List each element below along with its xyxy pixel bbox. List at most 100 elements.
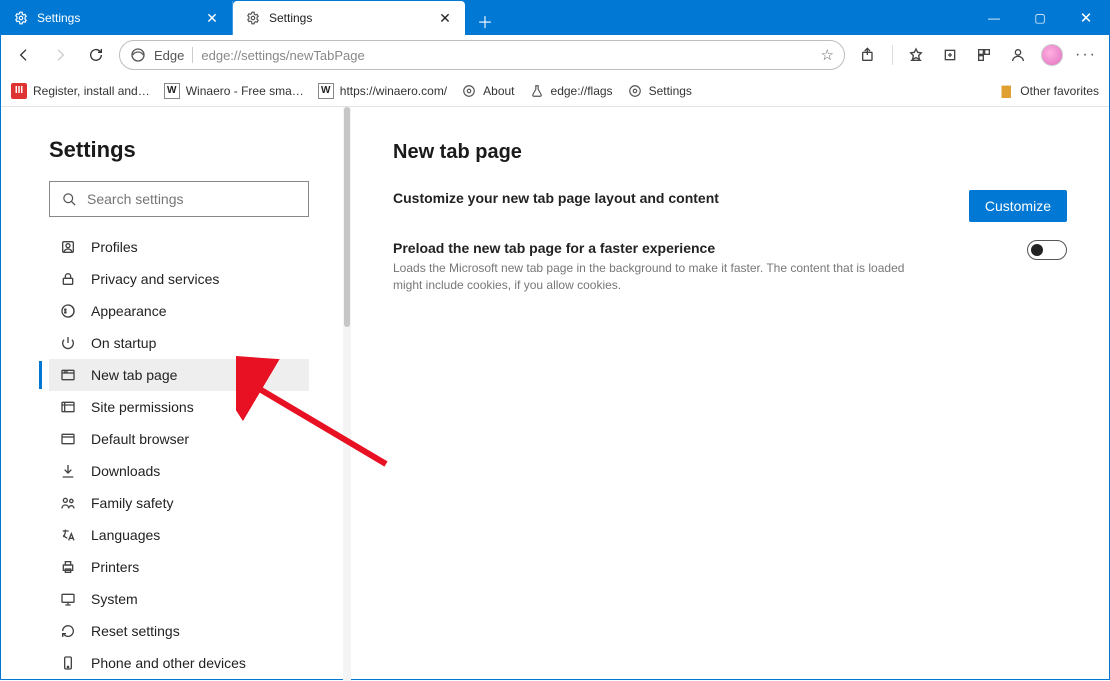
toggle-knob bbox=[1031, 244, 1043, 256]
more-menu-icon[interactable]: ··· bbox=[1069, 39, 1103, 71]
sidebar-item-downloads[interactable]: Downloads bbox=[49, 455, 309, 487]
sidebar-item-label: Languages bbox=[91, 527, 160, 543]
preload-toggle[interactable] bbox=[1027, 240, 1067, 260]
address-prefix: Edge bbox=[154, 48, 184, 63]
family-icon bbox=[59, 494, 77, 512]
address-input[interactable] bbox=[201, 48, 812, 63]
titlebar: Settings ✕ Settings ✕ ＋ — ▢ ✕ bbox=[1, 1, 1109, 35]
sidebar-item-profiles[interactable]: Profiles bbox=[49, 231, 309, 263]
sidebar-item-label: Phone and other devices bbox=[91, 655, 246, 671]
bookmark-label: Register, install and… bbox=[33, 84, 150, 98]
flask-icon bbox=[529, 83, 545, 99]
collections-icon[interactable] bbox=[933, 39, 967, 71]
bookmark-item[interactable]: III Register, install and… bbox=[11, 83, 150, 99]
sidebar-item-label: Site permissions bbox=[91, 399, 194, 415]
gear-icon bbox=[627, 83, 643, 99]
tab-settings-active[interactable]: Settings ✕ bbox=[233, 1, 465, 35]
sidebar-item-appearance[interactable]: Appearance bbox=[49, 295, 309, 327]
share-icon[interactable] bbox=[851, 39, 885, 71]
sidebar-item-startup[interactable]: On startup bbox=[49, 327, 309, 359]
bookmark-icon: III bbox=[11, 83, 27, 99]
sidebar-item-privacy[interactable]: Privacy and services bbox=[49, 263, 309, 295]
sidebar-item-printers[interactable]: Printers bbox=[49, 551, 309, 583]
minimize-button[interactable]: — bbox=[971, 1, 1017, 35]
settings-sidebar: Settings Profiles Privacy and services A… bbox=[1, 107, 351, 681]
sidebar-item-label: Downloads bbox=[91, 463, 160, 479]
gear-icon bbox=[461, 83, 477, 99]
phone-icon bbox=[59, 654, 77, 672]
close-icon[interactable]: ✕ bbox=[437, 10, 453, 26]
user-icon[interactable] bbox=[1001, 39, 1035, 71]
toolbar-actions: ··· bbox=[851, 39, 1103, 71]
favorites-icon[interactable] bbox=[899, 39, 933, 71]
language-icon bbox=[59, 526, 77, 544]
close-window-button[interactable]: ✕ bbox=[1063, 1, 1109, 35]
download-icon bbox=[59, 462, 77, 480]
bookmark-item[interactable]: About bbox=[461, 83, 514, 99]
customize-button[interactable]: Customize bbox=[969, 190, 1067, 222]
permissions-icon bbox=[59, 398, 77, 416]
folder-icon: ▇ bbox=[998, 83, 1014, 99]
sidebar-item-label: Default browser bbox=[91, 431, 189, 447]
close-icon[interactable]: ✕ bbox=[204, 10, 220, 26]
separator bbox=[192, 47, 193, 63]
bookmark-item[interactable]: WWinaero - Free sma… bbox=[164, 83, 304, 99]
reset-icon bbox=[59, 622, 77, 640]
toolbar-separator bbox=[885, 39, 899, 71]
sidebar-item-phone[interactable]: Phone and other devices bbox=[49, 647, 309, 679]
row-title: Preload the new tab page for a faster ex… bbox=[393, 240, 933, 256]
section-heading: New tab page bbox=[393, 141, 1067, 164]
other-favorites-label: Other favorites bbox=[1020, 84, 1099, 98]
sidebar-item-site-permissions[interactable]: Site permissions bbox=[49, 391, 309, 423]
tab-label: Settings bbox=[269, 11, 429, 25]
system-icon bbox=[59, 590, 77, 608]
back-button[interactable] bbox=[7, 39, 41, 71]
bookmarks-bar: III Register, install and… WWinaero - Fre… bbox=[1, 75, 1109, 107]
new-tab-button[interactable]: ＋ bbox=[471, 7, 499, 35]
search-settings[interactable] bbox=[49, 181, 309, 217]
profile-icon bbox=[59, 238, 77, 256]
sidebar-scrollbar[interactable] bbox=[343, 107, 351, 681]
sidebar-item-default-browser[interactable]: Default browser bbox=[49, 423, 309, 455]
gear-icon bbox=[13, 10, 29, 26]
row-title: Customize your new tab page layout and c… bbox=[393, 190, 719, 206]
lock-icon bbox=[59, 270, 77, 288]
scrollbar-thumb[interactable] bbox=[344, 107, 350, 327]
sidebar-item-system[interactable]: System bbox=[49, 583, 309, 615]
extensions-icon[interactable] bbox=[967, 39, 1001, 71]
favorite-star-icon[interactable]: ☆ bbox=[821, 46, 834, 64]
address-bar[interactable]: Edge ☆ bbox=[119, 40, 845, 70]
sidebar-item-family-safety[interactable]: Family safety bbox=[49, 487, 309, 519]
sidebar-item-label: Family safety bbox=[91, 495, 173, 511]
window-controls: — ▢ ✕ bbox=[971, 1, 1109, 35]
sidebar-item-label: Appearance bbox=[91, 303, 167, 319]
newtab-icon bbox=[59, 366, 77, 384]
gear-icon bbox=[245, 10, 261, 26]
sidebar-item-label: On startup bbox=[91, 335, 156, 351]
bookmark-item[interactable]: Settings bbox=[627, 83, 692, 99]
bookmark-icon: W bbox=[164, 83, 180, 99]
appearance-icon bbox=[59, 302, 77, 320]
customize-row: Customize your new tab page layout and c… bbox=[393, 190, 1067, 222]
tab-label: Settings bbox=[37, 11, 196, 25]
tab-settings-inactive[interactable]: Settings ✕ bbox=[1, 1, 233, 35]
bookmark-item[interactable]: edge://flags bbox=[529, 83, 613, 99]
maximize-button[interactable]: ▢ bbox=[1017, 1, 1063, 35]
profile-avatar[interactable] bbox=[1035, 39, 1069, 71]
sidebar-item-new-tab-page[interactable]: New tab page bbox=[49, 359, 309, 391]
refresh-button[interactable] bbox=[79, 39, 113, 71]
page-title: Settings bbox=[49, 137, 327, 163]
search-input[interactable] bbox=[87, 191, 296, 207]
row-description: Loads the Microsoft new tab page in the … bbox=[393, 260, 933, 295]
other-favorites[interactable]: ▇ Other favorites bbox=[998, 83, 1099, 99]
sidebar-item-languages[interactable]: Languages bbox=[49, 519, 309, 551]
search-icon bbox=[62, 192, 77, 207]
forward-button[interactable] bbox=[43, 39, 77, 71]
sidebar-item-reset[interactable]: Reset settings bbox=[49, 615, 309, 647]
power-icon bbox=[59, 334, 77, 352]
bookmark-icon: W bbox=[318, 83, 334, 99]
browser-toolbar: Edge ☆ ··· bbox=[1, 35, 1109, 75]
sidebar-item-label: Profiles bbox=[91, 239, 138, 255]
bookmark-item[interactable]: Whttps://winaero.com/ bbox=[318, 83, 447, 99]
bookmark-label: Settings bbox=[649, 84, 692, 98]
